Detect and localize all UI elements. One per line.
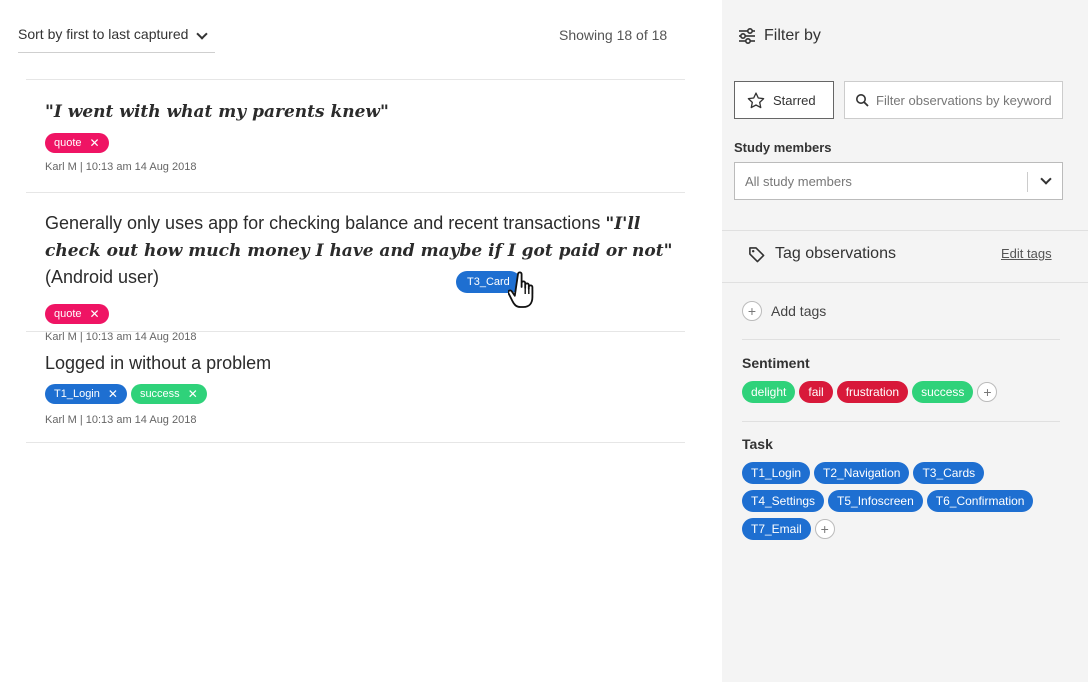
sort-label: Sort by first to last captured: [18, 26, 189, 42]
task-label: Task: [742, 436, 773, 452]
sentiment-label: Sentiment: [742, 355, 810, 371]
result-count: Showing 18 of 18: [559, 27, 668, 43]
tag-label: quote: [54, 308, 82, 320]
observation-text: "I went with what my parents knew": [45, 98, 685, 125]
observation-meta: Karl M | 10:13 am 14 Aug 2018: [45, 161, 197, 173]
study-members-select[interactable]: All study members: [734, 162, 1063, 200]
task-tag[interactable]: T6_Confirmation: [926, 490, 1034, 512]
add-sentiment-tag-icon[interactable]: +: [977, 382, 998, 402]
sentiment-tag[interactable]: delight: [742, 381, 796, 403]
select-divider: [1027, 172, 1028, 192]
starred-label: Starred: [773, 92, 816, 108]
task-tag[interactable]: T4_Settings: [742, 490, 825, 512]
observation-item[interactable]: Generally only uses app for checking bal…: [26, 192, 685, 343]
divider: [742, 421, 1060, 422]
tag-observations-header: Tag observations: [748, 245, 896, 263]
task-tag[interactable]: T2_Navigation: [814, 462, 910, 484]
observation-text: Generally only uses app for checking bal…: [45, 210, 685, 290]
keyword-input[interactable]: [876, 92, 1056, 108]
observation-tags: quote ✕: [45, 304, 109, 324]
tag-label: success: [139, 388, 180, 400]
remove-tag-icon[interactable]: ✕: [90, 136, 100, 150]
sentiment-tag[interactable]: frustration: [836, 381, 909, 403]
observation-text: Logged in without a problem: [45, 353, 272, 373]
observation-tags: quote ✕: [45, 133, 109, 153]
chevron-down-icon: [196, 28, 208, 40]
task-tag[interactable]: T7_Email: [742, 518, 811, 540]
sort-dropdown[interactable]: Sort by first to last captured: [18, 26, 215, 53]
add-tags-button[interactable]: + Add tags: [742, 301, 826, 321]
remove-tag-icon[interactable]: ✕: [108, 387, 118, 401]
study-members-value: All study members: [745, 173, 852, 189]
sentiment-tag[interactable]: fail: [799, 381, 833, 403]
observation-note: (Android user): [45, 267, 160, 287]
study-members-label: Study members: [734, 140, 832, 155]
search-icon: [856, 94, 869, 107]
add-task-tag-icon[interactable]: +: [814, 519, 835, 539]
tag-icon: [749, 246, 765, 262]
observation-meta: Karl M | 10:13 am 14 Aug 2018: [45, 414, 197, 426]
tag-label: quote: [54, 137, 82, 149]
tag-chip[interactable]: quote ✕: [45, 133, 109, 153]
sentiment-tag[interactable]: success: [912, 381, 974, 403]
task-tags: T1_Login T2_Navigation T3_Cards T4_Setti…: [742, 462, 1064, 540]
divider: [722, 282, 1088, 283]
plus-icon: +: [742, 301, 762, 321]
task-tag[interactable]: T1_Login: [742, 462, 811, 484]
observation-list: "I went with what my parents knew" quote…: [26, 79, 685, 443]
filter-title: Filter by: [764, 27, 821, 44]
keyword-filter[interactable]: [844, 81, 1063, 119]
observations-panel: Sort by first to last captured Showing 1…: [0, 0, 722, 682]
tag-chip[interactable]: T1_Login ✕: [45, 384, 127, 404]
observation-note: Generally only uses app for checking bal…: [45, 213, 606, 233]
sentiment-tags: delight fail frustration success +: [742, 381, 1072, 403]
filter-header: Filter by: [738, 27, 821, 45]
observation-tags: T1_Login ✕ success ✕: [45, 384, 207, 404]
star-icon: [747, 91, 765, 108]
tag-chip[interactable]: success ✕: [130, 384, 207, 404]
divider: [722, 230, 1088, 231]
hand-cursor-icon: [508, 271, 534, 308]
observation-quote: "I went with what my parents knew": [45, 102, 389, 122]
tag-label: T1_Login: [54, 388, 100, 400]
task-tag[interactable]: T5_Infoscreen: [828, 490, 923, 512]
filter-sidebar: Filter by Starred Study members All stud…: [722, 0, 1088, 682]
divider: [742, 339, 1060, 340]
remove-tag-icon[interactable]: ✕: [188, 387, 198, 401]
tag-observations-title: Tag observations: [775, 245, 896, 262]
add-tags-label: Add tags: [771, 303, 827, 319]
remove-tag-icon[interactable]: ✕: [90, 307, 100, 321]
starred-filter-button[interactable]: Starred: [734, 81, 834, 119]
observation-item[interactable]: Logged in without a problem T1_Login ✕ s…: [26, 331, 685, 443]
task-tag[interactable]: T3_Cards: [913, 462, 985, 484]
edit-tags-link[interactable]: Edit tags: [1001, 246, 1052, 261]
tag-chip[interactable]: quote ✕: [45, 304, 109, 324]
observation-item[interactable]: "I went with what my parents knew" quote…: [26, 79, 685, 192]
sliders-icon: [739, 28, 755, 44]
chevron-down-icon[interactable]: [1040, 173, 1052, 185]
